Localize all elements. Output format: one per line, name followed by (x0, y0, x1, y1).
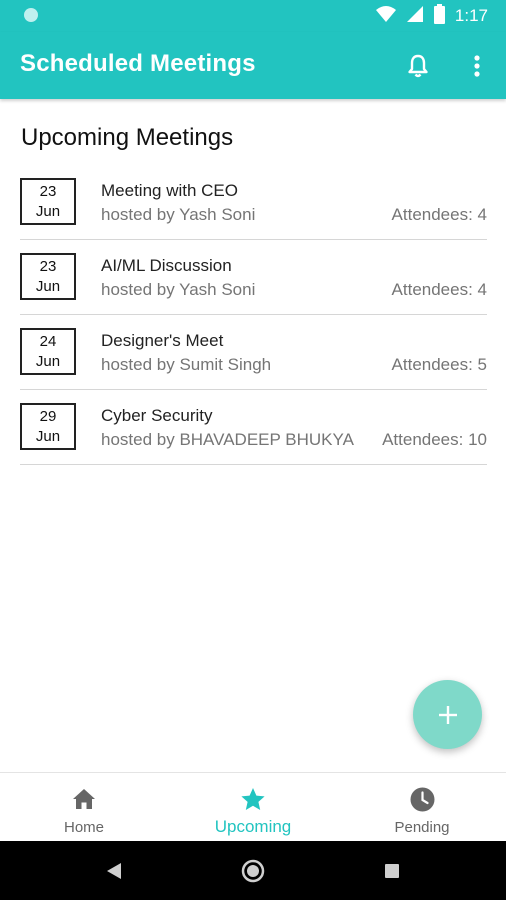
nav-item-upcoming[interactable]: Upcoming (169, 773, 337, 842)
battery-icon (433, 3, 445, 29)
status-icons: 1:17 (375, 3, 488, 29)
meeting-attendees: Attendees: 4 (391, 280, 487, 299)
meeting-row[interactable]: 24 Jun Designer's Meet hosted by Sumit S… (20, 315, 487, 390)
home-icon (72, 786, 96, 812)
notification-dot-icon (24, 8, 38, 22)
meeting-attendees: Attendees: 10 (382, 430, 487, 449)
date-badge: 23 Jun (20, 178, 76, 225)
app-bar: Scheduled Meetings (0, 32, 506, 99)
meetings-list: 23 Jun Meeting with CEO hosted by Yash S… (20, 165, 487, 465)
home-button-icon[interactable] (241, 859, 265, 883)
date-month: Jun (35, 202, 61, 220)
date-day: 23 (39, 257, 57, 275)
status-bar: 1:17 (0, 0, 506, 32)
bottom-nav: Home Upcoming Pending (0, 772, 506, 842)
meeting-row[interactable]: 23 Jun AI/ML Discussion hosted by Yash S… (20, 240, 487, 315)
meeting-host: hosted by Yash Soni (101, 280, 256, 299)
nav-label-upcoming: Upcoming (214, 817, 292, 836)
meeting-title: AI/ML Discussion (101, 256, 232, 275)
nav-item-pending[interactable]: Pending (338, 773, 506, 842)
recents-icon[interactable] (380, 859, 404, 883)
date-badge: 24 Jun (20, 328, 76, 375)
system-nav-bar (0, 841, 506, 900)
nav-item-home[interactable]: Home (0, 773, 168, 842)
signal-icon (406, 5, 424, 28)
meeting-row[interactable]: 23 Jun Meeting with CEO hosted by Yash S… (20, 165, 487, 240)
meeting-title: Meeting with CEO (101, 181, 238, 200)
date-month: Jun (35, 277, 61, 295)
meeting-host: hosted by Sumit Singh (101, 355, 272, 374)
date-badge: 23 Jun (20, 253, 76, 300)
date-month: Jun (35, 352, 61, 370)
meeting-host: hosted by Yash Soni (101, 205, 256, 224)
star-icon (240, 786, 266, 812)
wifi-icon (375, 5, 396, 28)
section-title: Upcoming Meetings (21, 124, 234, 151)
date-month: Jun (35, 427, 61, 445)
plus-icon (438, 705, 457, 724)
back-icon[interactable] (102, 859, 126, 883)
meeting-attendees: Attendees: 5 (391, 355, 487, 374)
more-vert-icon[interactable] (463, 52, 491, 80)
status-time: 1:17 (454, 6, 488, 25)
clock-icon (410, 786, 435, 812)
nav-label-pending: Pending (394, 819, 450, 836)
meeting-title: Cyber Security (101, 406, 213, 425)
meeting-title: Designer's Meet (101, 331, 224, 350)
meeting-attendees: Attendees: 4 (391, 205, 487, 224)
date-day: 29 (39, 407, 57, 425)
add-meeting-button[interactable] (413, 680, 482, 749)
bell-icon[interactable] (404, 52, 432, 80)
date-badge: 29 Jun (20, 403, 76, 450)
date-day: 23 (39, 182, 57, 200)
meeting-row[interactable]: 29 Jun Cyber Security hosted by BHAVADEE… (20, 390, 487, 465)
date-day: 24 (39, 332, 57, 350)
meeting-host: hosted by BHAVADEEP BHUKYA (101, 430, 354, 449)
nav-label-home: Home (63, 819, 104, 836)
app-title: Scheduled Meetings (20, 50, 256, 77)
